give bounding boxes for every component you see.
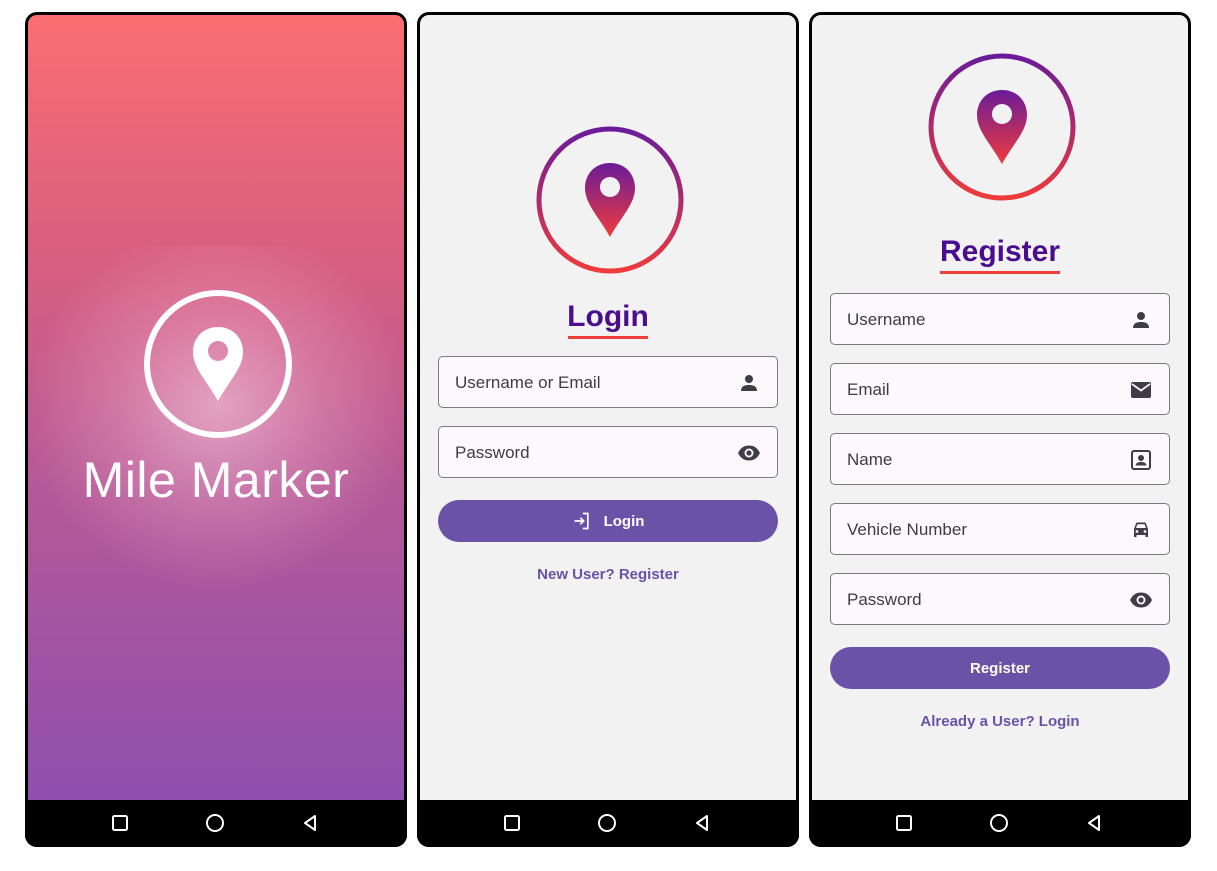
person-icon bbox=[1129, 308, 1153, 332]
register-phone: Register Username Email Name Vehicle Num… bbox=[809, 12, 1191, 847]
vehicle-number-field[interactable]: Vehicle Number bbox=[830, 503, 1170, 555]
register-screen: Register Username Email Name Vehicle Num… bbox=[812, 15, 1188, 800]
heading-underline bbox=[568, 336, 648, 339]
system-navbar bbox=[25, 800, 407, 847]
location-pin-icon bbox=[927, 52, 1077, 202]
heading-underline bbox=[940, 271, 1060, 274]
name-placeholder: Name bbox=[847, 450, 893, 469]
register-button-label: Register bbox=[969, 659, 1031, 677]
vehicle-number-placeholder: Vehicle Number bbox=[847, 520, 968, 539]
splash-phone: Mile Marker bbox=[25, 12, 407, 847]
recents-square-icon[interactable] bbox=[499, 810, 525, 836]
back-triangle-icon[interactable] bbox=[689, 810, 715, 836]
car-icon bbox=[1129, 518, 1153, 542]
login-button[interactable]: Login bbox=[438, 500, 778, 542]
page-title: Login bbox=[567, 300, 649, 333]
password-placeholder: Password bbox=[455, 443, 530, 462]
login-heading: Login bbox=[420, 300, 796, 339]
password-field[interactable]: Password bbox=[830, 573, 1170, 625]
register-button[interactable]: Register bbox=[830, 647, 1170, 689]
mail-icon bbox=[1129, 378, 1153, 402]
password-placeholder: Password bbox=[847, 590, 922, 609]
email-placeholder: Email bbox=[847, 380, 890, 399]
contact-card-icon bbox=[1129, 448, 1153, 472]
login-phone: Login Username or Email Password Login N… bbox=[417, 12, 799, 847]
email-field[interactable]: Email bbox=[830, 363, 1170, 415]
username-email-field[interactable]: Username or Email bbox=[438, 356, 778, 408]
page-title: Register bbox=[939, 235, 1061, 268]
back-triangle-icon[interactable] bbox=[297, 810, 323, 836]
splash-screen: Mile Marker bbox=[28, 15, 404, 800]
register-heading: Register bbox=[812, 235, 1188, 274]
register-link[interactable]: New User? Register bbox=[420, 566, 796, 583]
login-button-label: Login bbox=[603, 512, 645, 530]
eye-icon[interactable] bbox=[737, 441, 761, 465]
login-screen: Login Username or Email Password Login N… bbox=[420, 15, 796, 800]
location-pin-icon bbox=[143, 289, 293, 439]
name-field[interactable]: Name bbox=[830, 433, 1170, 485]
home-circle-icon[interactable] bbox=[594, 810, 620, 836]
password-field[interactable]: Password bbox=[438, 426, 778, 478]
app-title: Mile Marker bbox=[82, 452, 350, 508]
username-placeholder: Username bbox=[847, 310, 926, 329]
username-email-placeholder: Username or Email bbox=[455, 373, 601, 392]
eye-icon[interactable] bbox=[1129, 588, 1153, 612]
person-icon bbox=[737, 371, 761, 395]
username-field[interactable]: Username bbox=[830, 293, 1170, 345]
login-icon bbox=[572, 511, 604, 531]
back-triangle-icon[interactable] bbox=[1081, 810, 1107, 836]
recents-square-icon[interactable] bbox=[891, 810, 917, 836]
home-circle-icon[interactable] bbox=[202, 810, 228, 836]
system-navbar bbox=[809, 800, 1191, 847]
location-pin-icon bbox=[535, 125, 685, 275]
recents-square-icon[interactable] bbox=[107, 810, 133, 836]
home-circle-icon[interactable] bbox=[986, 810, 1012, 836]
system-navbar bbox=[417, 800, 799, 847]
login-link[interactable]: Already a User? Login bbox=[812, 713, 1188, 730]
